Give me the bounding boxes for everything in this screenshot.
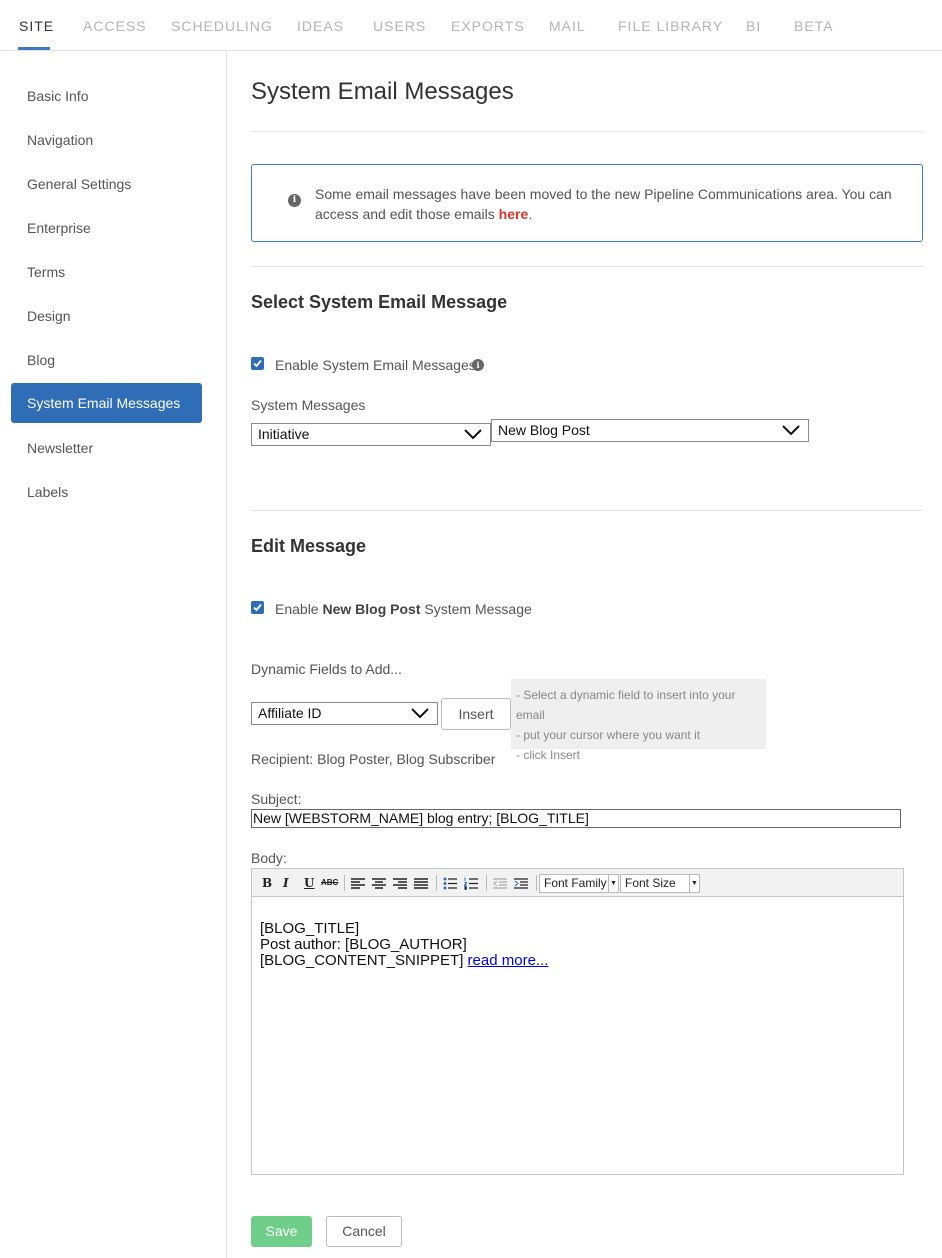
info-icon[interactable]: i: [472, 359, 484, 371]
here-link[interactable]: here: [499, 206, 529, 222]
dropdown-arrow-icon: ▼: [689, 875, 699, 892]
sidebar-item-labels[interactable]: Labels: [27, 484, 68, 500]
active-tab-indicator: [18, 47, 50, 50]
top-nav: SITE ACCESS SCHEDULING IDEAS USERS EXPOR…: [0, 0, 942, 51]
divider: [251, 131, 923, 132]
tab-bi[interactable]: BI: [746, 18, 761, 34]
enable-message-label: Enable New Blog Post System Message: [275, 601, 532, 617]
sidebar-item-terms[interactable]: Terms: [27, 264, 65, 280]
indent-icon[interactable]: [514, 878, 528, 890]
italic-button[interactable]: I: [283, 876, 289, 890]
align-justify-icon[interactable]: [414, 878, 428, 890]
enable-system-email-label: Enable System Email Messages: [275, 357, 476, 373]
message-select[interactable]: New Blog Post: [491, 419, 809, 442]
dynamic-field-hint: - Select a dynamic field to insert into …: [511, 679, 766, 762]
tab-beta[interactable]: BETA: [794, 18, 834, 34]
divider: [251, 510, 923, 511]
chevron-down-icon: [411, 708, 429, 719]
sidebar-item-basic-info[interactable]: Basic Info: [27, 88, 88, 104]
toolbar-separator: [344, 875, 345, 891]
cancel-button[interactable]: Cancel: [326, 1216, 402, 1247]
category-select[interactable]: Initiative: [251, 423, 491, 446]
editor-content[interactable]: [BLOG_TITLE] Post author: [BLOG_AUTHOR] …: [260, 921, 548, 969]
sidebar-item-label: System Email Messages: [27, 395, 181, 411]
bullet-list-icon[interactable]: [443, 877, 457, 890]
bold-button[interactable]: B: [262, 876, 272, 890]
insert-button[interactable]: Insert: [441, 698, 511, 730]
enable-message-checkbox[interactable]: [251, 601, 264, 614]
tab-access[interactable]: ACCESS: [83, 18, 147, 34]
chevron-down-icon: [464, 429, 482, 440]
edit-section-title: Edit Message: [251, 536, 367, 556]
subject-label: Subject:: [251, 791, 302, 807]
tab-exports[interactable]: EXPORTS: [451, 18, 525, 34]
notice-text: Some email messages have been moved to t…: [315, 186, 892, 222]
align-left-icon[interactable]: [351, 878, 365, 890]
sidebar: Basic Info Navigation General Settings E…: [0, 51, 227, 1258]
body-editor[interactable]: B I U ABC Font Family ▼ Font Size ▼ [BLOG_…: [251, 868, 904, 1175]
toolbar-separator: [536, 875, 537, 891]
enable-system-email-checkbox[interactable]: [251, 357, 264, 370]
info-icon: i: [288, 194, 301, 207]
divider: [251, 266, 923, 267]
dropdown-arrow-icon: ▼: [608, 875, 618, 892]
info-notice: i Some email messages have been moved to…: [251, 164, 923, 242]
align-center-icon[interactable]: [372, 878, 386, 890]
editor-toolbar: B I U ABC Font Family ▼ Font Size ▼: [252, 869, 903, 897]
tab-file-library[interactable]: FILE LIBRARY: [618, 18, 723, 34]
read-more-link[interactable]: read more...: [468, 952, 549, 969]
chevron-down-icon: [782, 425, 800, 436]
save-button[interactable]: Save: [251, 1216, 312, 1247]
tab-mail[interactable]: MAIL: [549, 18, 586, 34]
underline-button[interactable]: U: [304, 876, 314, 890]
outdent-icon[interactable]: [493, 878, 507, 890]
select-section-title: Select System Email Message: [251, 292, 508, 312]
font-size-select[interactable]: Font Size ▼: [620, 874, 700, 893]
tab-scheduling[interactable]: SCHEDULING: [171, 18, 273, 34]
sidebar-item-newsletter[interactable]: Newsletter: [27, 440, 93, 456]
align-right-icon[interactable]: [393, 878, 407, 890]
recipient-text: Recipient: Blog Poster, Blog Subscriber: [251, 751, 496, 767]
tab-ideas[interactable]: IDEAS: [297, 18, 344, 34]
font-family-select[interactable]: Font Family ▼: [539, 874, 619, 893]
dynamic-field-select[interactable]: Affiliate ID: [251, 702, 438, 725]
sidebar-item-blog[interactable]: Blog: [27, 352, 55, 368]
sidebar-item-general-settings[interactable]: General Settings: [27, 176, 131, 192]
sidebar-item-navigation[interactable]: Navigation: [27, 132, 93, 148]
tab-site[interactable]: SITE: [19, 18, 54, 34]
tab-users[interactable]: USERS: [373, 18, 426, 34]
sidebar-item-enterprise[interactable]: Enterprise: [27, 220, 91, 236]
body-label: Body:: [251, 850, 287, 866]
numbered-list-icon[interactable]: [464, 877, 478, 890]
page-title: System Email Messages: [251, 78, 514, 105]
strikethrough-button[interactable]: ABC: [321, 878, 338, 887]
toolbar-separator: [486, 875, 487, 891]
system-messages-label: System Messages: [251, 397, 366, 413]
sidebar-item-design[interactable]: Design: [27, 308, 71, 324]
dynamic-fields-label: Dynamic Fields to Add...: [251, 661, 402, 677]
toolbar-separator: [436, 875, 437, 891]
subject-input[interactable]: New [WEBSTORM_NAME] blog entry; [BLOG_TI…: [251, 809, 901, 828]
